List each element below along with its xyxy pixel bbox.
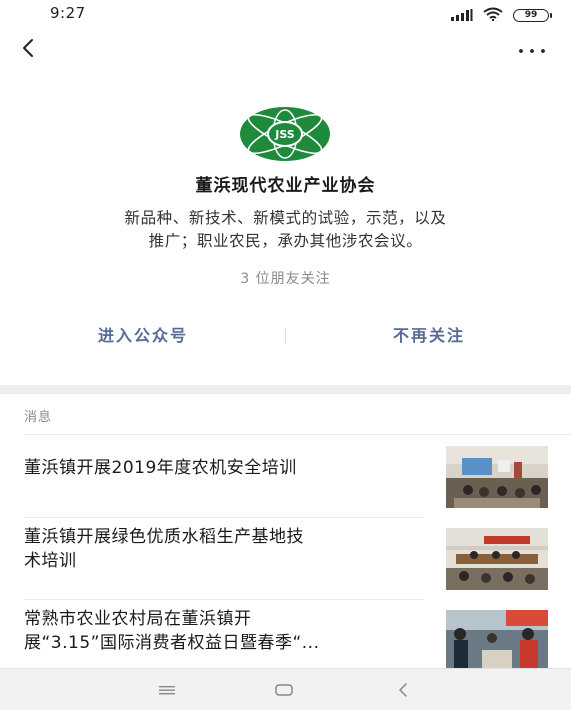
status-time: 9:27 [50, 4, 86, 22]
battery-icon: 99 [513, 9, 552, 22]
friends-follow-count: 3 位朋友关注 [240, 271, 331, 287]
messages-section-label: 消息 [24, 410, 53, 425]
account-description: 新品种、新技术、新模式的试验，示范，以及 推广；职业农民，承办其他涉农会议。 [70, 207, 501, 253]
menu-icon[interactable] [156, 679, 178, 701]
article-item[interactable]: 董浜镇开展绿色优质水稻生产基地技 术培训 [0, 518, 571, 600]
logo-text: JSS [274, 128, 295, 141]
article-title-line-2: 展“3.15”国际消费者权益日暨春季“... [24, 633, 320, 653]
article-item[interactable]: 常熟市农业农村局在董浜镇开 展“3.15”国际消费者权益日暨春季“... [0, 600, 571, 668]
article-item[interactable]: 董浜镇开展2019年度农机安全培训 [0, 436, 571, 518]
system-nav-bar [0, 668, 571, 710]
article-thumbnail [446, 528, 548, 590]
back-chevron-icon[interactable] [16, 34, 42, 62]
unfollow-button[interactable]: 不再关注 [346, 318, 512, 354]
back-icon[interactable] [393, 679, 415, 701]
divider [24, 434, 571, 435]
article-title: 董浜镇开展绿色优质水稻生产基地技 术培训 [24, 525, 424, 573]
article-thumbnail [446, 446, 548, 508]
signal-icon [451, 6, 473, 25]
home-icon[interactable] [273, 679, 295, 701]
enter-account-button[interactable]: 进入公众号 [60, 318, 226, 354]
article-title-line-1: 董浜镇开展绿色优质水稻生产基地技 [24, 527, 304, 547]
section-divider [0, 385, 571, 394]
account-name: 董浜现代农业产业协会 [195, 176, 376, 196]
description-line-2: 推广；职业农民，承办其他涉农会议。 [148, 232, 423, 250]
account-actions: 进入公众号 不再关注 [0, 318, 571, 354]
description-line-1: 新品种、新技术、新模式的试验，示范，以及 [124, 209, 447, 227]
top-nav [0, 30, 571, 66]
wifi-icon [483, 6, 503, 25]
article-thumbnail [446, 610, 548, 668]
article-title-line-1: 常熟市农业农村局在董浜镇开 [24, 609, 252, 629]
article-title-line-2: 术培训 [24, 551, 77, 571]
account-logo: JSS [239, 106, 331, 162]
more-dots-icon[interactable] [517, 36, 547, 58]
article-title: 董浜镇开展2019年度农机安全培训 [24, 458, 297, 478]
action-divider [285, 328, 286, 344]
article-title: 常熟市农业农村局在董浜镇开 展“3.15”国际消费者权益日暨春季“... [24, 607, 424, 655]
status-icons: 99 [451, 6, 552, 25]
status-bar: 9:27 99 [0, 0, 571, 28]
